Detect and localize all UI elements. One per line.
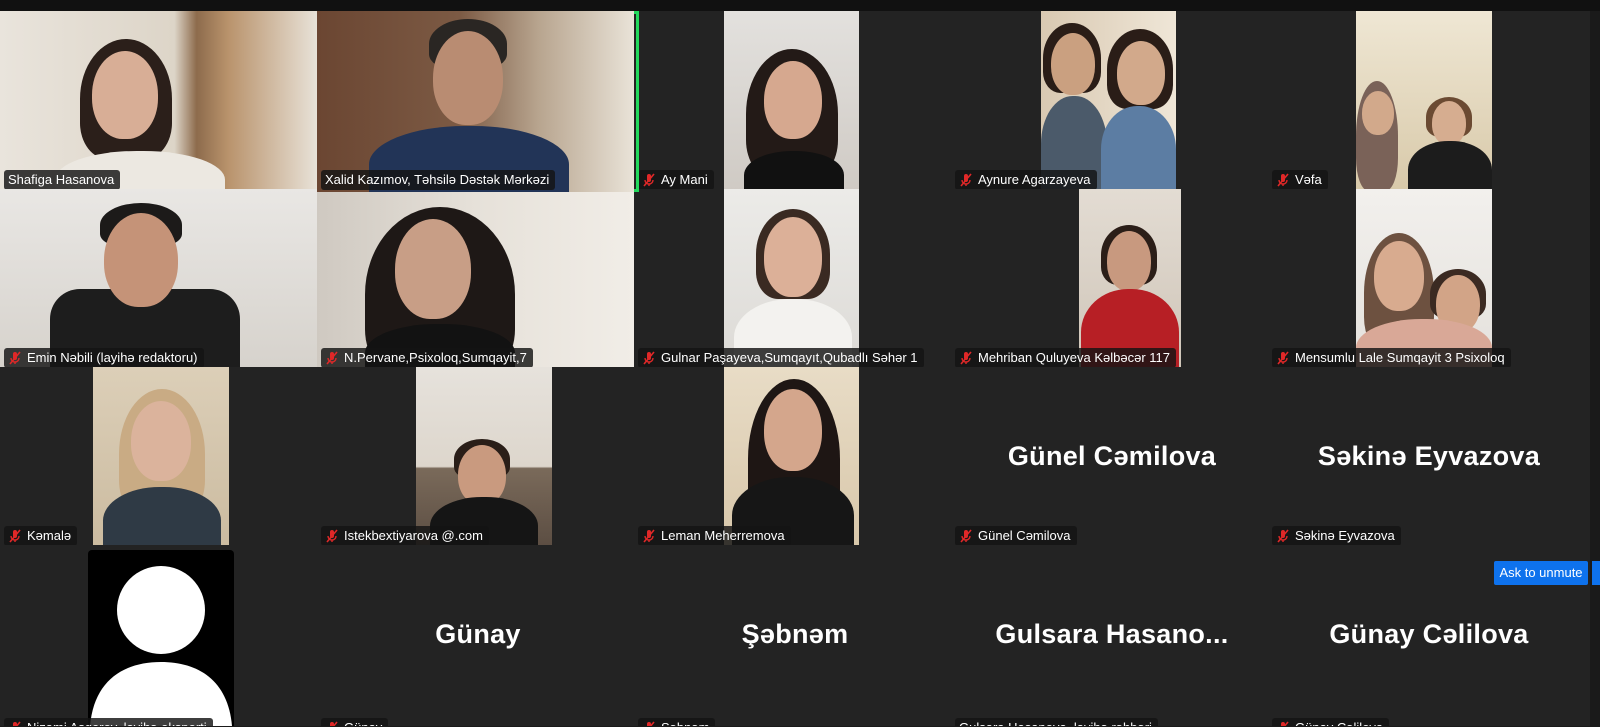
muted-mic-icon xyxy=(325,721,339,726)
participant-tile[interactable]: Vəfa xyxy=(1268,11,1590,192)
muted-mic-icon xyxy=(642,529,656,543)
participant-video xyxy=(416,367,552,548)
participant-name-label: Günel Cəmilova xyxy=(955,526,1077,546)
muted-mic-icon xyxy=(325,529,339,543)
participant-tile[interactable]: Kəmalə xyxy=(0,367,322,548)
participant-name-label: Gulnar Paşayeva,Sumqayıt,Qubadlı Səhər 1 xyxy=(638,348,924,368)
participant-tile[interactable]: Günay Günay xyxy=(317,545,639,726)
participant-video xyxy=(93,367,229,548)
muted-mic-icon xyxy=(325,351,339,365)
participant-tile[interactable]: Istekbextiyarova @.com xyxy=(317,367,639,548)
participant-name-label: Günay Cəlilova xyxy=(1272,718,1390,726)
participant-name-label: Mehriban Quluyeva Kəlbəcər 117 xyxy=(955,348,1176,368)
gallery-grid: Shafiga Hasanova Xalid Kazımov, Təhsilə … xyxy=(0,11,1600,727)
user-silhouette-icon xyxy=(90,566,232,726)
participant-tile[interactable]: Nizami Asgerov, layihə eksperti xyxy=(0,545,322,726)
participant-video xyxy=(317,189,634,370)
participant-display-name: Günay xyxy=(435,619,521,649)
participant-name-label: Istekbextiyarova @.com xyxy=(321,526,489,546)
participant-name-label: Günay xyxy=(321,718,389,726)
participant-video xyxy=(317,11,634,192)
participant-tile[interactable]: Gulsara Hasano... Gulsara Hasanova, layi… xyxy=(951,545,1273,726)
participant-name-label: Gulsara Hasanova, layihə rəhbəri xyxy=(955,718,1158,726)
participant-display-name: Şəbnəm xyxy=(741,619,849,649)
participant-name-label: Nizami Asgerov, layihə eksperti xyxy=(4,718,213,726)
participant-video xyxy=(0,189,317,370)
participant-video xyxy=(1041,11,1176,192)
participant-tile[interactable]: Shafiga Hasanova xyxy=(0,11,322,192)
participant-display-name: Səkinə Eyvazova xyxy=(1317,441,1541,471)
participant-name-label: Xalid Kazımov, Təhsilə Dəstək Mərkəzi xyxy=(321,170,556,190)
muted-mic-icon xyxy=(959,173,973,187)
muted-mic-icon xyxy=(1276,351,1290,365)
participant-tile[interactable]: N.Pervane,Psixoloq,Sumqayit,7 xyxy=(317,189,639,370)
muted-mic-icon xyxy=(642,173,656,187)
participant-display-name: Günel Cəmilova xyxy=(1007,441,1217,471)
participant-video xyxy=(0,11,317,192)
participant-name-label: N.Pervane,Psixoloq,Sumqayit,7 xyxy=(321,348,533,368)
participant-name-label: Ay Mani xyxy=(638,170,714,190)
top-bar xyxy=(0,0,1600,11)
participant-tile[interactable]: Emin Nəbili (layihə redaktoru) xyxy=(0,189,322,370)
muted-mic-icon xyxy=(8,351,22,365)
muted-mic-icon xyxy=(642,721,656,726)
muted-mic-icon xyxy=(8,721,22,726)
participant-tile[interactable]: Səkinə Eyvazova Səkinə Eyvazova xyxy=(1268,367,1590,548)
participant-name-label: Vəfa xyxy=(1272,170,1328,190)
participant-name-label: Leman Meherremova xyxy=(638,526,791,546)
muted-mic-icon xyxy=(959,529,973,543)
participant-video xyxy=(724,189,859,370)
participant-tile[interactable]: Leman Meherremova xyxy=(634,367,956,548)
ask-to-unmute-button[interactable]: Ask to unmute xyxy=(1494,561,1588,585)
muted-mic-icon xyxy=(959,351,973,365)
participant-name-label: Kəmalə xyxy=(4,526,78,546)
participant-tile[interactable]: Şəbnəm Şəbnəm xyxy=(634,545,956,726)
participant-tile[interactable]: Mensumlu Lale Sumqayit 3 Psixoloq xyxy=(1268,189,1590,370)
participant-tile[interactable]: Aynure Agarzayeva xyxy=(951,11,1273,192)
participant-video xyxy=(724,367,859,548)
muted-mic-icon xyxy=(1276,529,1290,543)
default-avatar xyxy=(88,550,234,726)
participant-display-name: Günay Cəlilova xyxy=(1329,619,1529,649)
participant-tile[interactable]: Gulnar Paşayeva,Sumqayıt,Qubadlı Səhər 1 xyxy=(634,189,956,370)
participant-name-label: Səkinə Eyvazova xyxy=(1272,526,1401,546)
participant-tile[interactable]: Mehriban Quluyeva Kəlbəcər 117 xyxy=(951,189,1273,370)
participant-name-label: Emin Nəbili (layihə redaktoru) xyxy=(4,348,204,368)
participant-tile[interactable]: Günel Cəmilova Günel Cəmilova xyxy=(951,367,1273,548)
participant-name-label: Şəbnəm xyxy=(638,718,716,726)
muted-mic-icon xyxy=(1276,721,1290,726)
participant-display-name: Gulsara Hasano... xyxy=(995,619,1229,649)
participant-name-label: Shafiga Hasanova xyxy=(4,170,121,190)
muted-mic-icon xyxy=(8,529,22,543)
participant-video xyxy=(724,11,859,192)
muted-mic-icon xyxy=(1276,173,1290,187)
participant-video xyxy=(1356,11,1492,192)
ask-to-unmute-more-button[interactable] xyxy=(1592,561,1600,585)
participant-name-label: Aynure Agarzayeva xyxy=(955,170,1097,190)
participant-name-label: Mensumlu Lale Sumqayit 3 Psixoloq xyxy=(1272,348,1511,368)
participant-video xyxy=(1356,189,1492,370)
muted-mic-icon xyxy=(642,351,656,365)
participant-video xyxy=(1079,189,1181,370)
participant-tile-active-speaker[interactable]: Xalid Kazımov, Təhsilə Dəstək Mərkəzi xyxy=(317,11,639,192)
participant-tile[interactable]: Ay Mani xyxy=(634,11,956,192)
